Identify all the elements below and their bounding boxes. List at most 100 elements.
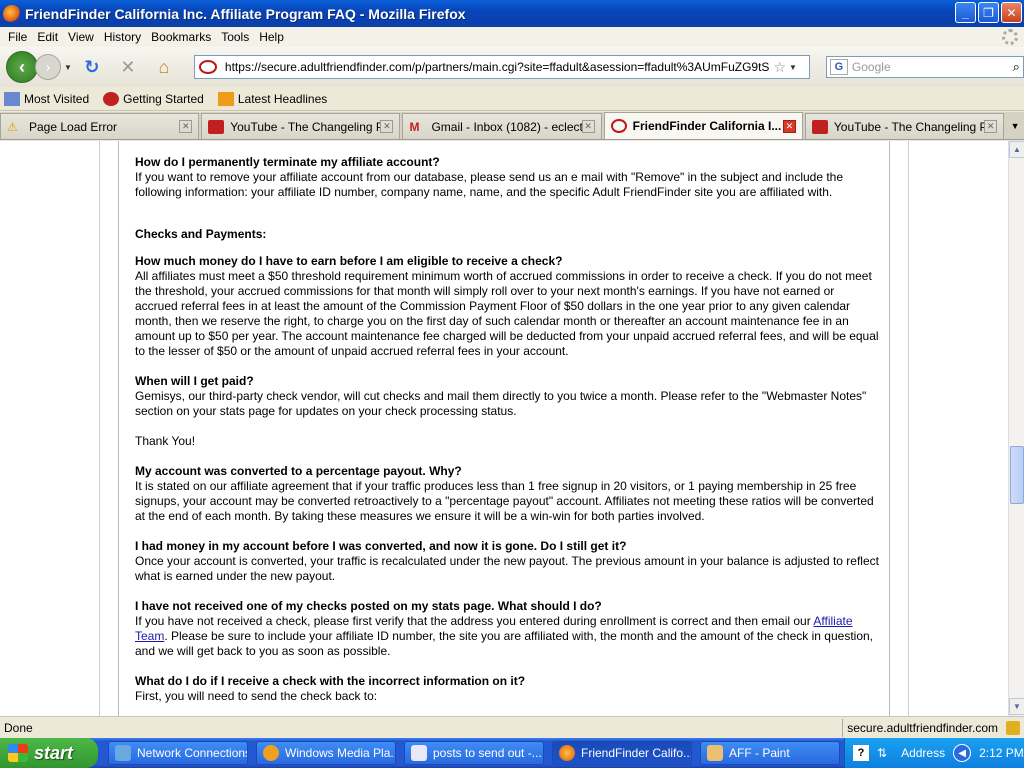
tab-close-icon[interactable]: ✕ <box>581 120 595 133</box>
faq-question: When will I get paid? <box>135 374 254 388</box>
menu-bookmarks[interactable]: Bookmarks <box>147 30 217 44</box>
restore-button[interactable]: ❐ <box>978 2 999 23</box>
tab-close-icon[interactable]: ✕ <box>179 120 193 133</box>
faq-earn: How much money do I have to earn before … <box>135 254 880 359</box>
reload-icon[interactable]: ↻ <box>80 55 104 79</box>
menu-view[interactable]: View <box>64 30 100 44</box>
gmail-icon: M <box>409 119 420 134</box>
tab-close-icon[interactable]: ✕ <box>782 119 796 133</box>
friendfinder-icon <box>610 119 627 133</box>
task-friendfinder[interactable]: FriendFinder Califo... <box>552 741 692 765</box>
address-go-icon[interactable]: ◀ <box>953 744 972 762</box>
paint-icon <box>707 745 723 761</box>
scroll-down-icon[interactable]: ▼ <box>1009 698 1024 715</box>
forward-button[interactable]: › <box>35 54 61 80</box>
rss-feed-icon <box>217 91 234 106</box>
faq-paid: When will I get paid? Gemisys, our third… <box>135 374 880 419</box>
menu-tools[interactable]: Tools <box>217 30 255 44</box>
close-button[interactable]: ✕ <box>1001 2 1022 23</box>
faq-terminate: How do I permanently terminate my affili… <box>135 155 880 200</box>
bookmark-most-visited[interactable]: Most Visited <box>4 91 89 106</box>
status-host: secure.adultfriendfinder.com <box>842 718 1002 737</box>
right-margin <box>908 141 1008 716</box>
notepad-icon <box>411 745 427 761</box>
scroll-up-icon[interactable]: ▲ <box>1009 141 1024 158</box>
scroll-thumb[interactable] <box>1010 446 1024 504</box>
lock-icon[interactable] <box>1006 720 1020 735</box>
menu-history[interactable]: History <box>100 30 147 44</box>
tab-close-icon[interactable]: ✕ <box>380 120 394 133</box>
faq-answer: It is stated on our affiliate agreement … <box>135 479 874 523</box>
start-button[interactable]: start <box>0 738 98 768</box>
navigation-toolbar: ‹ › ▼ ↻ ✕ ⌂ https://secure.adultfriendfi… <box>0 47 1024 87</box>
home-icon[interactable]: ⌂ <box>152 55 176 79</box>
menu-file[interactable]: File <box>4 30 33 44</box>
menu-bar: File Edit View History Bookmarks Tools H… <box>0 27 1024 47</box>
most-visited-icon <box>4 91 20 106</box>
tab-friendfinder[interactable]: FriendFinder California I... ✕ <box>603 112 803 139</box>
left-margin <box>0 141 100 716</box>
task-network-connections[interactable]: Network Connections <box>108 741 248 765</box>
task-paint[interactable]: AFF - Paint <box>700 741 840 765</box>
status-bar: Done secure.adultfriendfinder.com <box>0 716 1024 738</box>
tab-page-load-error[interactable]: ⚠ Page Load Error ✕ <box>0 113 200 139</box>
faq-question: How do I permanently terminate my affili… <box>135 155 440 169</box>
stop-icon[interactable]: ✕ <box>116 55 140 79</box>
faq-question: My account was converted to a percentage… <box>135 464 462 478</box>
bookmarks-toolbar: Most Visited Getting Started Latest Head… <box>0 87 1024 111</box>
bookmark-getting-started[interactable]: Getting Started <box>103 91 204 106</box>
vertical-scrollbar[interactable]: ▲ ▼ <box>1008 141 1024 716</box>
site-favicon-icon <box>198 60 217 74</box>
faq-incorrect: What do I do if I receive a check with t… <box>135 674 880 704</box>
url-text[interactable]: https://secure.adultfriendfinder.com/p/p… <box>225 60 770 74</box>
tab-list-dropdown-icon[interactable]: ▼ <box>1006 121 1024 131</box>
url-dropdown-icon[interactable]: ▼ <box>789 63 797 72</box>
url-bar[interactable]: https://secure.adultfriendfinder.com/p/p… <box>193 55 810 79</box>
help-icon[interactable]: ? <box>853 745 869 761</box>
search-placeholder[interactable]: Google <box>852 60 1013 74</box>
history-dropdown-icon[interactable]: ▼ <box>64 63 72 72</box>
faq-question: I have not received one of my checks pos… <box>135 599 602 613</box>
faq-question: I had money in my account before I was c… <box>135 539 627 553</box>
faq-answer: If you want to remove your affiliate acc… <box>135 170 844 199</box>
status-text: Done <box>4 720 33 735</box>
clock: 2:12 PM <box>979 746 1024 760</box>
network-tray-icon[interactable]: ⇅ <box>877 746 887 760</box>
faq-not-received: I have not received one of my checks pos… <box>135 599 880 659</box>
taskbar: start Network Connections Windows Media … <box>0 738 1024 768</box>
faq-answer: If you have not received a check, please… <box>135 614 873 658</box>
search-box[interactable]: G Google ⌕ <box>825 56 1024 78</box>
tab-youtube-1[interactable]: YouTube - The Changeling P... ✕ <box>201 113 401 139</box>
back-button[interactable]: ‹ <box>6 51 38 83</box>
media-player-icon <box>263 745 279 761</box>
faq-percent: My account was converted to a percentage… <box>135 464 880 524</box>
bookmark-star-icon[interactable]: ☆ <box>773 59 786 76</box>
windows-logo-icon <box>8 744 28 762</box>
faq-money: I had money in my account before I was c… <box>135 539 880 584</box>
minimize-button[interactable]: _ <box>955 2 976 23</box>
page-viewport: How do I permanently terminate my affili… <box>0 141 1008 716</box>
task-windows-media-player[interactable]: Windows Media Pla... <box>256 741 396 765</box>
thank-you-text: Thank You! <box>135 434 196 448</box>
faq-content: How do I permanently terminate my affili… <box>118 141 890 716</box>
faq-answer: Once your account is converted, your tra… <box>135 554 879 583</box>
network-icon <box>115 745 131 761</box>
google-engine-icon[interactable]: G <box>829 59 848 75</box>
tab-gmail[interactable]: M Gmail - Inbox (1082) - eclecti... ✕ <box>402 113 602 139</box>
faq-question: What do I do if I receive a check with t… <box>135 674 526 688</box>
warning-icon: ⚠ <box>7 119 18 134</box>
youtube-icon <box>811 119 828 134</box>
address-label: Address <box>901 746 946 760</box>
window-titlebar[interactable]: FriendFinder California Inc. Affiliate P… <box>0 0 1024 27</box>
system-tray: ? ⇅ Address ◀ 2:12 PM <box>844 738 1024 768</box>
task-posts-to-send[interactable]: posts to send out -... <box>404 741 544 765</box>
menu-edit[interactable]: Edit <box>33 30 64 44</box>
faq-question: How much money do I have to earn before … <box>135 254 563 268</box>
tab-youtube-2[interactable]: YouTube - The Changeling P... ✕ <box>804 113 1005 139</box>
faq-answer: All affiliates must meet a $50 threshold… <box>135 269 879 358</box>
firefox-icon <box>559 745 575 761</box>
bookmark-latest-headlines[interactable]: Latest Headlines <box>217 91 327 106</box>
tab-close-icon[interactable]: ✕ <box>984 120 998 133</box>
search-icon[interactable]: ⌕ <box>1013 59 1020 75</box>
menu-help[interactable]: Help <box>255 30 290 44</box>
